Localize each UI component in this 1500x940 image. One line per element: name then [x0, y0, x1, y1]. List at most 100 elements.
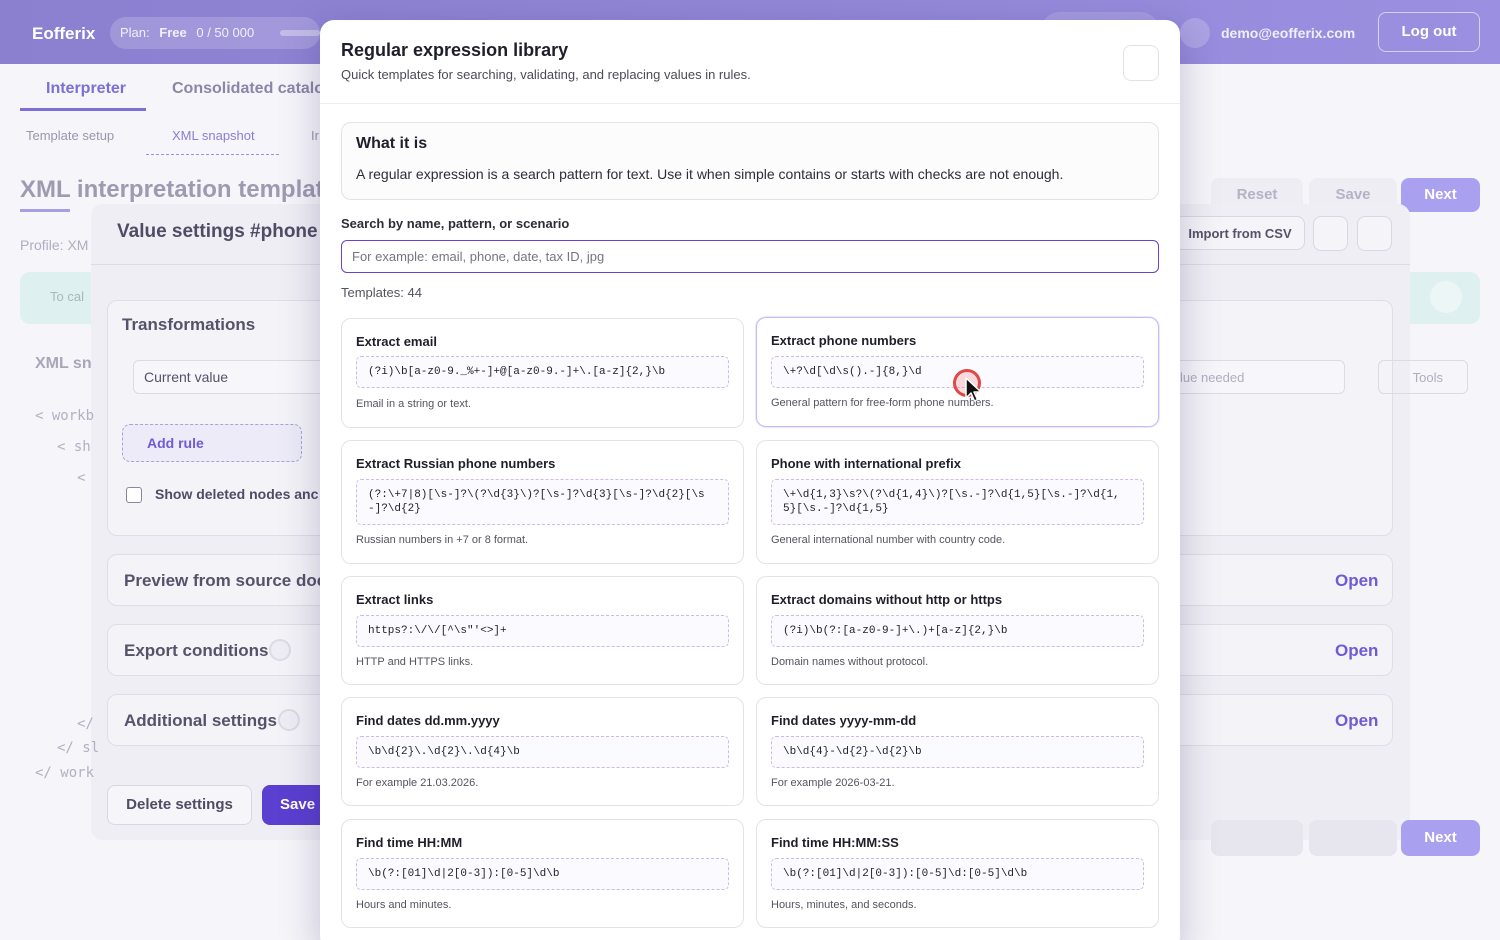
what-it-is-box [341, 122, 1159, 200]
show-deleted-checkbox[interactable] [126, 487, 142, 503]
info-banner-text: To cal [50, 289, 84, 304]
logout-button[interactable]: Log out [1378, 12, 1480, 52]
template-title: Extract links [356, 592, 434, 607]
value-needed-field[interactable]: lue needed [1165, 360, 1345, 394]
additional-settings-title: Additional settings [124, 711, 277, 730]
page-title: XML interpretation templat [20, 176, 324, 203]
template-title: Find time HH:MM:SS [771, 835, 899, 850]
template-description: General international number with countr… [771, 534, 1006, 546]
brand-logo[interactable]: Eofferix [32, 24, 95, 44]
subtab-template-setup[interactable]: Template setup [26, 128, 114, 143]
info-banner-close[interactable] [1430, 281, 1462, 313]
template-card-dates-ymd[interactable]: Find dates yyyy-mm-dd \b\d{4}-\d{2}-\d{2… [756, 697, 1159, 806]
template-pattern[interactable]: (?i)\b(?:[a-z0-9-]+\.)+[a-z]{2,}\b [771, 615, 1144, 647]
template-description: For example 2026-03-21. [771, 777, 895, 789]
subtab-xml-snapshot[interactable]: XML snapshot [172, 128, 255, 143]
template-pattern[interactable]: \b(?:[01]\d|2[0-3]):[0-5]\d:[0-5]\d\b [771, 858, 1144, 890]
title-underline [20, 209, 70, 212]
template-title: Phone with international prefix [771, 456, 961, 471]
template-description: General pattern for free-form phone numb… [771, 397, 994, 409]
panel-icon-button[interactable] [1313, 216, 1348, 251]
template-title: Extract Russian phone numbers [356, 456, 556, 471]
template-description: For example 21.03.2026. [356, 777, 479, 789]
template-pattern[interactable]: \+\d{1,3}\s?\(?\d{1,4}\)?[\s.-]?\d{1,5}[… [771, 479, 1144, 525]
preview-open-link[interactable]: Open [1335, 571, 1378, 591]
template-description: Russian numbers in +7 or 8 format. [356, 534, 529, 546]
user-email: demo@eofferix.com [1221, 25, 1356, 41]
show-deleted-label: Show deleted nodes anc [155, 486, 319, 502]
modal-title: Regular expression library [341, 40, 569, 60]
bottom-save-button[interactable] [1309, 820, 1397, 856]
xml-line: < [77, 470, 86, 486]
template-title: Extract domains without http or https [771, 592, 1003, 607]
import-csv-button[interactable]: Import from CSV [1175, 216, 1305, 250]
template-pattern[interactable]: (?i)\b[a-z0-9._%+-]+@[a-z0-9.-]+\.[a-z]{… [356, 356, 729, 388]
template-card-extract-email[interactable]: Extract email (?i)\b[a-z0-9._%+-]+@[a-z0… [341, 318, 744, 428]
tab-interpreter[interactable]: Interpreter [46, 80, 126, 98]
template-description: HTTP and HTTPS links. [356, 656, 474, 668]
what-it-is-title: What it is [356, 135, 428, 152]
plan-name: Free [159, 25, 187, 40]
bottom-reset-button[interactable] [1211, 820, 1303, 856]
template-title: Find dates yyyy-mm-dd [771, 713, 917, 728]
template-title: Find time HH:MM [356, 835, 463, 850]
value-settings-title: Value settings #phone [117, 221, 318, 242]
additional-settings-badge [278, 709, 300, 731]
xml-line: < workb [35, 408, 95, 424]
plan-text: Plan: Free 0 / 50 000 [120, 25, 254, 40]
additional-settings-open-link[interactable]: Open [1335, 711, 1378, 731]
template-pattern[interactable]: (?:\+7|8)[\s-]?\(?\d{3}\)?[\s-]?\d{3}[\s… [356, 479, 729, 525]
template-card-time-hhmm[interactable]: Find time HH:MM \b(?:[01]\d|2[0-3]):[0-5… [341, 819, 744, 928]
template-card-extract-links[interactable]: Extract links https?:\/\/[^\s"'<>]+ HTTP… [341, 576, 744, 685]
plan-label: Plan: [120, 25, 150, 40]
xml-line: </ sl [57, 740, 100, 756]
active-tab-indicator [20, 108, 146, 111]
mouse-cursor-icon [965, 377, 982, 402]
preview-section-title: Preview from source docu [124, 571, 337, 590]
current-value-select[interactable]: Current value [133, 360, 333, 394]
next-button[interactable]: Next [1401, 178, 1480, 212]
bottom-next-button[interactable]: Next [1401, 820, 1480, 856]
modal-header: Regular expression library Quick templat… [320, 20, 1180, 104]
template-card-extract-domains[interactable]: Extract domains without http or https (?… [756, 576, 1159, 685]
template-pattern[interactable]: \b\d{4}-\d{2}-\d{2}\b [771, 736, 1144, 768]
transformations-title: Transformations [122, 315, 256, 334]
template-search-input[interactable] [341, 240, 1159, 273]
template-card-russian-phone[interactable]: Extract Russian phone numbers (?:\+7|8)[… [341, 440, 744, 564]
search-label: Search by name, pattern, or scenario [341, 216, 570, 231]
template-description: Hours and minutes. [356, 899, 452, 911]
avatar[interactable] [1180, 18, 1210, 48]
plan-usage-bar [280, 30, 320, 36]
template-pattern[interactable]: \b(?:[01]\d|2[0-3]):[0-5]\d\b [356, 858, 729, 890]
export-conditions-open-link[interactable]: Open [1335, 641, 1378, 661]
subtab-other[interactable]: Ir [311, 128, 319, 143]
template-title: Extract phone numbers [771, 333, 917, 348]
what-it-is-text: A regular expression is a search pattern… [356, 166, 1064, 182]
xml-line: </ [77, 716, 94, 732]
template-title: Extract email [356, 334, 437, 349]
add-rule-button[interactable]: Add rule [122, 424, 302, 462]
templates-count: Templates: 44 [341, 285, 422, 300]
regex-library-modal: Regular expression library Quick templat… [320, 20, 1180, 940]
template-card-international-phone[interactable]: Phone with international prefix \+\d{1,3… [756, 440, 1159, 564]
xml-line: </ work [35, 765, 95, 781]
panel-close-button[interactable] [1357, 216, 1392, 251]
template-pattern[interactable]: \b\d{2}\.\d{2}\.\d{4}\b [356, 736, 729, 768]
xml-snapshot-title: XML sn [35, 355, 92, 372]
template-title: Find dates dd.mm.yyyy [356, 713, 500, 728]
tools-button[interactable]: Tools [1378, 360, 1468, 394]
template-card-time-hhmmss[interactable]: Find time HH:MM:SS \b(?:[01]\d|2[0-3]):[… [756, 819, 1159, 928]
template-description: Email in a string or text. [356, 398, 471, 410]
export-conditions-badge [269, 639, 291, 661]
template-description: Hours, minutes, and seconds. [771, 899, 917, 911]
modal-subtitle: Quick templates for searching, validatin… [341, 67, 751, 82]
plan-usage: 0 / 50 000 [196, 25, 255, 40]
delete-settings-button[interactable]: Delete settings [107, 785, 252, 825]
xml-line: < sh [57, 439, 91, 455]
active-subtab-indicator [146, 154, 279, 155]
template-description: Domain names without protocol. [771, 656, 929, 668]
template-pattern[interactable]: https?:\/\/[^\s"'<>]+ [356, 615, 729, 647]
close-button[interactable] [1123, 45, 1159, 81]
tab-consolidated-catalog[interactable]: Consolidated catalo [172, 80, 324, 98]
template-card-dates-dmy[interactable]: Find dates dd.mm.yyyy \b\d{2}\.\d{2}\.\d… [341, 697, 744, 806]
